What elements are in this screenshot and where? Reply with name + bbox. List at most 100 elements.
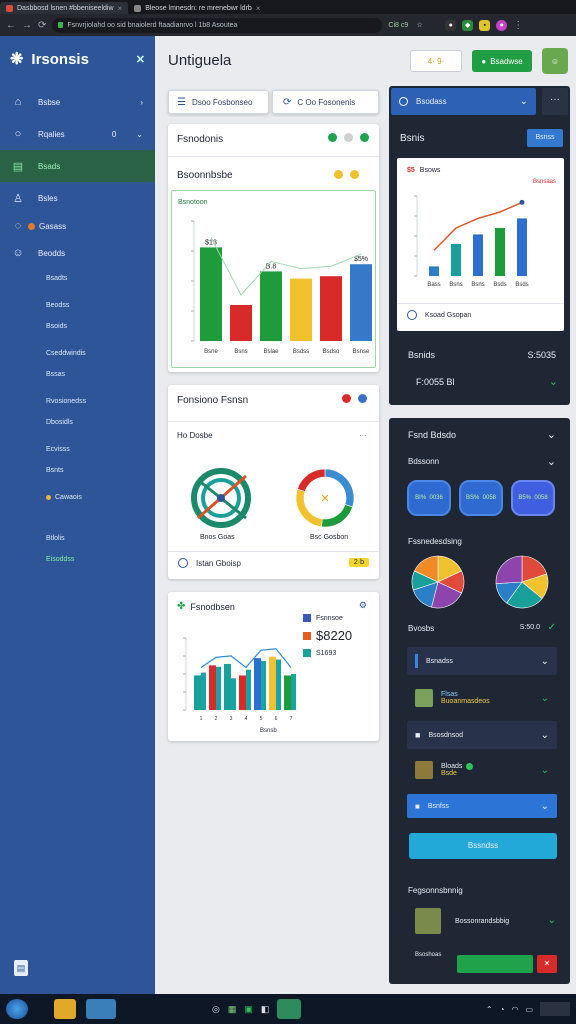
- status-icon[interactable]: [342, 394, 351, 403]
- browser-tabbar: Dasbbosd lsnen #bbeniseeldiw × Bleose lm…: [0, 0, 576, 14]
- chevron-down-icon: ⌄: [540, 800, 549, 812]
- trend-bar-chart: Bass Bsns Bsns Bsds Bsds: [414, 195, 529, 288]
- sidebar-subitem-active[interactable]: Eisoddss: [0, 549, 155, 570]
- doc-icon[interactable]: ▤: [14, 960, 28, 976]
- chevron-down-icon[interactable]: ⌄: [547, 455, 556, 468]
- more-icon[interactable]: ···: [359, 431, 367, 440]
- folder-icon[interactable]: [54, 999, 76, 1019]
- chart-logo-icon: $5: [407, 167, 415, 174]
- list-item[interactable]: ■ Bsosdnsod ⌄: [407, 721, 557, 749]
- grouped-bar-chart: 1 2 3 4 5 6 7: [183, 637, 296, 722]
- close-icon[interactable]: ✕: [537, 955, 557, 973]
- action-button[interactable]: Bssndss: [409, 833, 557, 859]
- x-tick-label: 4: [245, 716, 248, 722]
- sidebar-item-home[interactable]: ⌂ Bsbse ›: [0, 86, 155, 118]
- header-button[interactable]: 4· 9·: [410, 50, 462, 72]
- list-item[interactable]: Bloads Bsde ⌄: [407, 752, 557, 788]
- bar: [230, 305, 252, 341]
- sidebar-item-beodds[interactable]: ☺ Beodds: [0, 238, 155, 268]
- badge: 0: [111, 129, 117, 139]
- donut-slice: [295, 488, 323, 528]
- browser-tab[interactable]: Dasbbosd lsnen #bbeniseeldiw ×: [0, 2, 129, 14]
- app-icon[interactable]: ◧: [261, 1004, 270, 1015]
- lock-icon: [58, 22, 64, 28]
- page-title: Untiguela: [168, 52, 232, 69]
- footer-badge[interactable]: 2·b: [348, 558, 369, 567]
- bar: [291, 674, 296, 710]
- panel-title: Fsnd Bdsdo: [408, 430, 457, 440]
- more-icon[interactable]: ···: [542, 88, 568, 115]
- browser-tab[interactable]: Bleose lmnesdn: re mrenebwr ldrb ×: [128, 2, 266, 14]
- x-tick-label: 5: [260, 716, 263, 722]
- status-icon[interactable]: [350, 170, 359, 179]
- extension-icon[interactable]: ◆: [462, 19, 474, 31]
- list-item[interactable]: Bsnadss ⌄: [407, 647, 557, 675]
- list-item-selected[interactable]: ■ Bsnfss ⌄: [407, 794, 557, 818]
- start-icon[interactable]: [6, 999, 28, 1019]
- reload-icon[interactable]: ⟳: [38, 20, 46, 31]
- url-field[interactable]: Fsnvrjiolahd oo sid bnaiolerd ftaadianrv…: [52, 17, 383, 33]
- close-icon[interactable]: ✕: [136, 53, 145, 66]
- sidebar-subitem[interactable]: Rvosionedss: [0, 391, 155, 412]
- list-item[interactable]: Flsas Buoanmasdeos ⌄: [407, 680, 557, 716]
- star-icon[interactable]: ☆: [414, 20, 425, 31]
- wifi-icon[interactable]: ◠: [511, 1005, 518, 1014]
- menu-icon[interactable]: ⋮: [513, 20, 523, 31]
- extension-icon[interactable]: ●: [445, 19, 457, 31]
- app-icon[interactable]: ▣: [244, 1004, 253, 1015]
- status-icon[interactable]: [358, 394, 367, 403]
- stat-pill[interactable]: BS% 0058: [459, 480, 503, 516]
- forward-icon[interactable]: →: [22, 20, 32, 31]
- status-icon[interactable]: [360, 133, 369, 142]
- sidebar-item-rqalies[interactable]: ○ Rqalies 0 ⌄: [0, 118, 155, 150]
- sidebar-subitem[interactable]: Cseddwindis: [0, 343, 155, 364]
- sidebar-subitem[interactable]: Cawaois: [0, 487, 155, 508]
- sidebar-subitem[interactable]: Ecvisss: [0, 439, 155, 460]
- back-icon[interactable]: ←: [6, 20, 16, 31]
- status-icon[interactable]: [334, 170, 343, 179]
- bar: [451, 244, 461, 276]
- chevron-down-icon[interactable]: ⌄: [547, 428, 556, 441]
- dropdown[interactable]: Bsodass ⌄: [391, 88, 536, 115]
- profile-avatar[interactable]: ●: [496, 19, 508, 31]
- legend-label: Fsnnsoe: [316, 614, 343, 622]
- network-icon[interactable]: ⌃: [486, 1005, 493, 1014]
- close-icon[interactable]: ×: [118, 4, 123, 13]
- chart-frame: Bsnotoon Bsne $13 Bsns Bslae B.8 Bsdss Bsdso Bs…: [171, 190, 376, 368]
- primary-button[interactable]: ● Bsadwse: [472, 50, 532, 72]
- sidebar-subitem[interactable]: Dbosidls: [0, 412, 155, 433]
- sidebar-item-bsads[interactable]: ▤ Bsads: [0, 150, 155, 182]
- close-icon[interactable]: ×: [256, 4, 261, 13]
- toolbar-button-left[interactable]: ☰ Dsoo Fosbonseo: [168, 90, 269, 114]
- app-icon[interactable]: ▦: [228, 1004, 237, 1015]
- sidebar-item-bsles[interactable]: ♙ Bsles: [0, 182, 155, 214]
- search-icon[interactable]: ◎: [212, 1004, 220, 1015]
- active-app-icon[interactable]: [277, 999, 302, 1019]
- settings-icon[interactable]: ⚙: [359, 600, 367, 611]
- sidebar-subitem[interactable]: Bsadts: [0, 268, 155, 289]
- status-icon[interactable]: [328, 133, 337, 142]
- accent-bar: [415, 654, 418, 668]
- chevron-down-icon[interactable]: ⌄: [548, 915, 556, 926]
- sidebar-subitem[interactable]: Bssas: [0, 364, 155, 385]
- extension-icon[interactable]: ▪: [479, 19, 491, 31]
- section-label: Fegsonnsbnnig: [408, 886, 463, 895]
- sidebar-item-gasass[interactable]: ◌ Gasass: [0, 214, 155, 238]
- browser-icon[interactable]: [86, 999, 116, 1019]
- sidebar-subitem[interactable]: Bsnts: [0, 460, 155, 481]
- list-item-label: Bsosdnsod: [428, 731, 464, 739]
- sidebar-subitem[interactable]: Btlolis: [0, 528, 155, 549]
- volume-icon[interactable]: ◔: [500, 1005, 505, 1014]
- panel-header-button[interactable]: Bsnss: [527, 129, 563, 147]
- x-tick-label: Bsds: [493, 282, 506, 288]
- card-subtitle: Ho Dosbe: [177, 431, 213, 440]
- avatar[interactable]: ☺: [542, 48, 568, 74]
- sidebar-subitem[interactable]: Bsoids: [0, 316, 155, 337]
- gear-icon[interactable]: [344, 133, 353, 142]
- stat-pill[interactable]: BI% 0036: [407, 480, 451, 516]
- stat-pill[interactable]: B5% 0058: [511, 480, 555, 516]
- battery-icon[interactable]: ▭: [525, 1005, 533, 1014]
- sidebar-subitem[interactable]: Beodss: [0, 295, 155, 316]
- toolbar-button-right[interactable]: ⟳ C Oo Fosonenis: [272, 90, 379, 114]
- chevron-down-icon[interactable]: ⌄: [549, 375, 558, 388]
